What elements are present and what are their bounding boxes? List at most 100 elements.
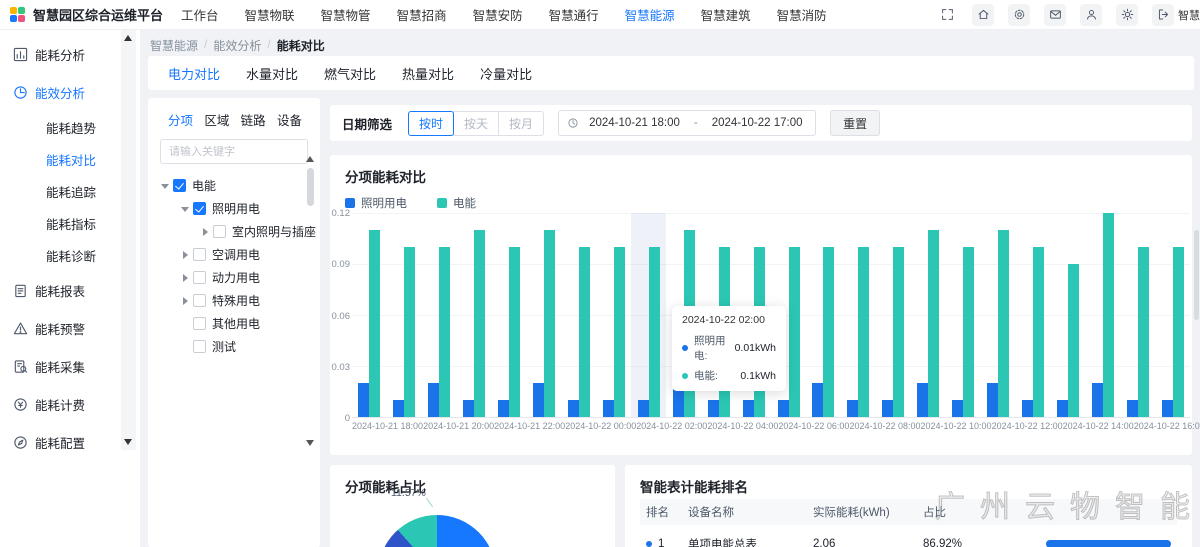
tree-node[interactable]: 其他用电 <box>148 312 320 335</box>
pie-chart[interactable] <box>378 515 496 547</box>
bar-group[interactable] <box>1085 213 1120 417</box>
user-icon[interactable] <box>1080 4 1102 26</box>
sidebar-group[interactable]: 能耗报表 <box>0 271 140 309</box>
scroll-down-icon[interactable] <box>306 440 314 446</box>
checkbox[interactable] <box>193 248 206 261</box>
bar-group[interactable] <box>422 213 457 417</box>
period-button[interactable]: 按月 <box>498 111 544 136</box>
bar-group[interactable] <box>596 213 631 417</box>
sidebar-group[interactable]: 能耗配置 <box>0 423 140 461</box>
sidebar-group[interactable]: 能耗采集 <box>0 347 140 385</box>
reset-button[interactable]: 重置 <box>830 110 880 136</box>
gear-icon[interactable] <box>1008 4 1030 26</box>
bar-group[interactable] <box>911 213 946 417</box>
theme-icon[interactable] <box>1116 4 1138 26</box>
sidebar-subitem[interactable]: 能耗趋势 <box>0 111 140 143</box>
legend-item[interactable]: 照明用电 <box>345 195 407 211</box>
date-range-picker[interactable]: 2024-10-21 18:00 - 2024-10-22 17:00 <box>558 110 816 136</box>
bar-group[interactable] <box>562 213 597 417</box>
tab-item[interactable]: 热量对比 <box>402 64 454 83</box>
breadcrumb-item[interactable]: 智慧能源 <box>150 37 198 54</box>
window-scrollbar[interactable] <box>1194 30 1200 547</box>
top-nav-item[interactable]: 智慧消防 <box>777 5 827 24</box>
sidebar-subitem[interactable]: 能耗诊断 <box>0 239 140 271</box>
home-icon[interactable] <box>972 4 994 26</box>
checkbox[interactable] <box>193 317 206 330</box>
tree-search-input[interactable] <box>160 139 308 164</box>
top-nav-item[interactable]: 智慧能源 <box>625 5 675 24</box>
bar-group[interactable] <box>527 213 562 417</box>
sidebar-subitem[interactable]: 能耗追踪 <box>0 175 140 207</box>
bar-group[interactable] <box>1120 213 1155 417</box>
sidebar-subitem[interactable]: 能耗对比 <box>0 143 140 175</box>
fullscreen-icon[interactable] <box>936 4 958 26</box>
bar-group[interactable] <box>387 213 422 417</box>
caret-right-icon[interactable] <box>180 273 190 283</box>
sidebar-subitem[interactable]: 能耗指标 <box>0 207 140 239</box>
tree-tab[interactable]: 区域 <box>204 110 229 129</box>
period-button[interactable]: 按天 <box>453 111 499 136</box>
caret-right-icon[interactable] <box>200 227 210 237</box>
caret-down-icon[interactable] <box>160 181 170 191</box>
top-nav-item[interactable]: 智慧物联 <box>245 5 295 24</box>
top-nav-item[interactable]: 智慧物管 <box>321 5 371 24</box>
tree-node[interactable]: 室内照明与插座 <box>148 220 320 243</box>
top-nav-item[interactable]: 智慧建筑 <box>701 5 751 24</box>
sidebar-group[interactable]: 能耗分析 <box>0 35 140 73</box>
tree-tab[interactable]: 链路 <box>241 110 266 129</box>
tab-item[interactable]: 燃气对比 <box>324 64 376 83</box>
scroll-up-icon[interactable] <box>124 35 132 41</box>
checkbox[interactable] <box>193 340 206 353</box>
breadcrumb-item[interactable]: 能效分析 <box>213 37 261 54</box>
caret-right-icon[interactable] <box>180 250 190 260</box>
bar-group[interactable] <box>1050 213 1085 417</box>
tree-node[interactable]: 照明用电 <box>148 197 320 220</box>
caret-right-icon[interactable] <box>180 296 190 306</box>
tab-item[interactable]: 水量对比 <box>246 64 298 83</box>
bar-group[interactable] <box>352 213 387 417</box>
scroll-up-icon[interactable] <box>306 156 314 162</box>
bar-group[interactable] <box>1155 213 1190 417</box>
checkbox[interactable] <box>213 225 226 238</box>
caret-down-icon[interactable] <box>180 204 190 214</box>
checkbox[interactable] <box>193 294 206 307</box>
bar-group[interactable] <box>1016 213 1051 417</box>
bar-group[interactable] <box>631 213 666 417</box>
checkbox[interactable] <box>193 202 206 215</box>
table-row[interactable]: 1单项电能总表2.0686.92% <box>640 529 1177 547</box>
sidebar-scrollbar[interactable] <box>121 30 136 450</box>
tree-node[interactable]: 动力用电 <box>148 266 320 289</box>
tree-node[interactable]: 电能 <box>148 174 320 197</box>
bar-group[interactable] <box>981 213 1016 417</box>
legend-item[interactable]: 电能 <box>437 195 476 211</box>
tree-scrollbar[interactable] <box>306 156 316 446</box>
tab-item[interactable]: 冷量对比 <box>480 64 532 83</box>
top-nav-item[interactable]: 智慧招商 <box>397 5 447 24</box>
scrollbar-thumb[interactable] <box>307 168 314 206</box>
sidebar-group[interactable]: 能效分析 <box>0 73 140 111</box>
sidebar-group[interactable]: 能耗预警 <box>0 309 140 347</box>
tree-tab[interactable]: 分项 <box>168 110 193 129</box>
scrollbar-thumb[interactable] <box>1194 230 1199 320</box>
bar-group[interactable] <box>806 213 841 417</box>
exit-icon[interactable] <box>1152 4 1174 26</box>
bar-group[interactable] <box>841 213 876 417</box>
tree-node[interactable]: 特殊用电 <box>148 289 320 312</box>
tab-active[interactable]: 电力对比 <box>168 64 220 83</box>
bar-group[interactable] <box>876 213 911 417</box>
scroll-down-icon[interactable] <box>124 439 132 445</box>
tree-tab[interactable]: 设备 <box>277 110 302 129</box>
period-button[interactable]: 按时 <box>408 111 454 136</box>
top-nav-item[interactable]: 智慧安防 <box>473 5 523 24</box>
sidebar-group[interactable]: 能耗计费 <box>0 385 140 423</box>
mail-icon[interactable] <box>1044 4 1066 26</box>
top-nav-item[interactable]: 智慧通行 <box>549 5 599 24</box>
bar-group[interactable] <box>946 213 981 417</box>
bar-group[interactable] <box>492 213 527 417</box>
tree-node[interactable]: 测试 <box>148 335 320 358</box>
bar-group[interactable] <box>457 213 492 417</box>
checkbox[interactable] <box>193 271 206 284</box>
checkbox[interactable] <box>173 179 186 192</box>
top-nav-item[interactable]: 工作台 <box>181 5 219 24</box>
tree-node[interactable]: 空调用电 <box>148 243 320 266</box>
